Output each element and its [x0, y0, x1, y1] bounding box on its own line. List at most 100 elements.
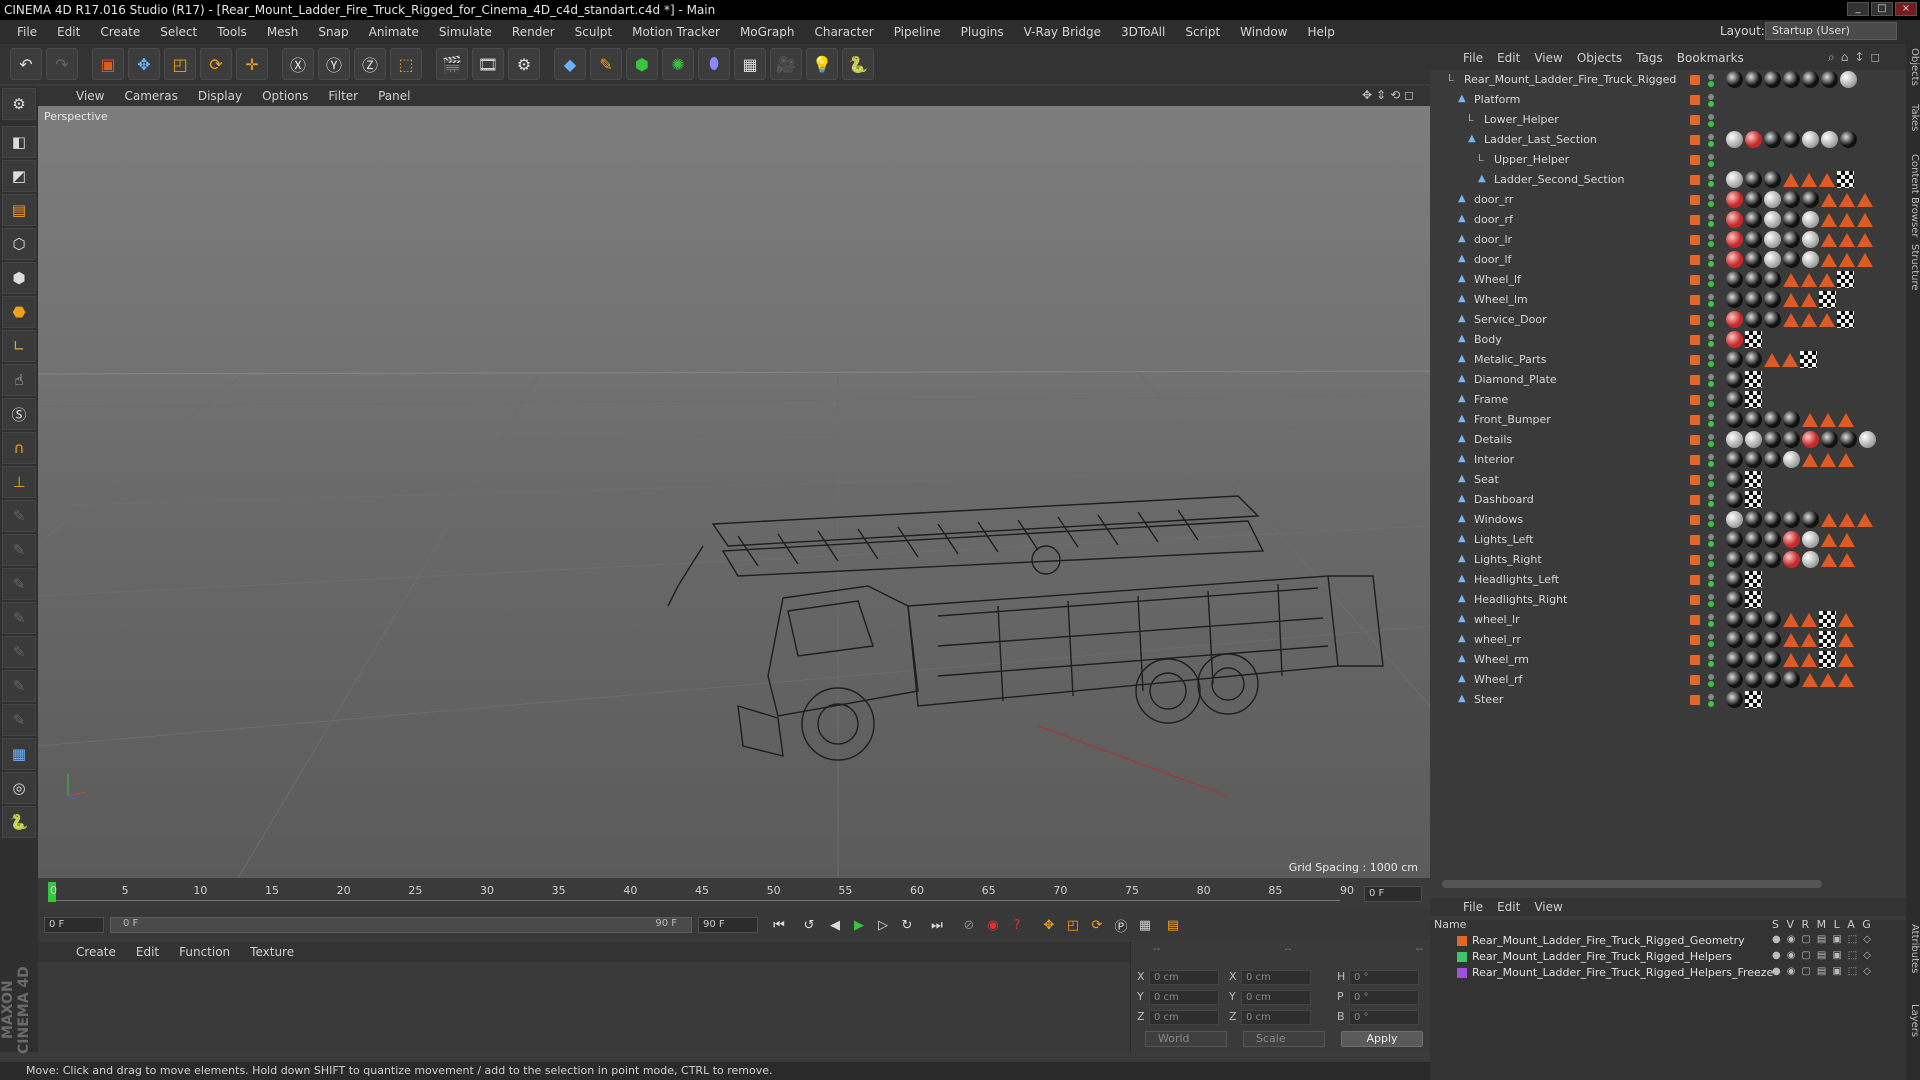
material-tag-icon[interactable]	[1764, 551, 1781, 568]
material-tag-icon[interactable]	[1783, 551, 1800, 568]
coordinate-space-select[interactable]: World	[1145, 1031, 1227, 1047]
object-name[interactable]: door_lf	[1474, 253, 1511, 266]
render-visibility-dot[interactable]	[1708, 341, 1714, 347]
render-visibility-dot[interactable]	[1708, 301, 1714, 307]
layer-color-swatch[interactable]	[1690, 155, 1700, 165]
object-row[interactable]: ▲ Platform	[1430, 90, 1906, 110]
material-tag-icon[interactable]	[1764, 71, 1781, 88]
ik-tag-icon[interactable]	[1821, 213, 1837, 227]
material-tag-icon[interactable]	[1783, 411, 1800, 428]
texture-tag-icon[interactable]	[1819, 651, 1836, 668]
material-tag-icon[interactable]	[1783, 671, 1800, 688]
ik-tag-icon[interactable]	[1802, 673, 1818, 687]
material-tag-icon[interactable]	[1726, 171, 1743, 188]
object-name[interactable]: Lower_Helper	[1484, 113, 1559, 126]
render-visibility-dot[interactable]	[1708, 161, 1714, 167]
object-name[interactable]: Wheel_rm	[1474, 653, 1529, 666]
object-row[interactable]: ▲ Ladder_Second_Section	[1430, 170, 1906, 190]
material-tag-icon[interactable]	[1726, 591, 1743, 608]
layer-menu-view[interactable]: View	[1527, 900, 1569, 914]
menu-pipeline[interactable]: Pipeline	[885, 25, 952, 39]
editor-visibility-dot[interactable]	[1708, 214, 1714, 220]
material-tag-icon[interactable]	[1840, 71, 1857, 88]
workplane-icon[interactable]: ▤	[2, 194, 36, 226]
material-tag-icon[interactable]	[1745, 231, 1762, 248]
editor-visibility-dot[interactable]	[1708, 374, 1714, 380]
layer-color-swatch[interactable]	[1690, 555, 1700, 565]
menu-simulate[interactable]: Simulate	[430, 25, 503, 39]
key-rotation-icon[interactable]: ⟳	[1086, 914, 1108, 936]
object-row[interactable]: ▲ wheel_rr	[1430, 630, 1906, 650]
material-tag-icon[interactable]	[1783, 131, 1800, 148]
object-name[interactable]: wheel_lr	[1474, 613, 1520, 626]
layer-color-swatch[interactable]	[1457, 968, 1467, 978]
object-name[interactable]: Headlights_Right	[1474, 593, 1567, 606]
ik-tag-icon[interactable]	[1819, 313, 1835, 327]
viewport-menu-view[interactable]: View	[66, 89, 114, 103]
side-tab-attributes[interactable]: Attributes	[1906, 924, 1920, 973]
sculpt-pull-icon[interactable]: ✎	[2, 534, 36, 566]
editor-visibility-dot[interactable]	[1708, 174, 1714, 180]
object-row[interactable]: ▲ Windows	[1430, 510, 1906, 530]
editor-visibility-dot[interactable]	[1708, 594, 1714, 600]
object-menu-tags[interactable]: Tags	[1629, 51, 1670, 65]
material-tag-icon[interactable]	[1726, 551, 1743, 568]
material-tag-icon[interactable]	[1726, 331, 1743, 348]
side-tab-layers[interactable]: Layers	[1906, 1004, 1920, 1037]
menu-tools[interactable]: Tools	[208, 25, 258, 39]
render-settings-icon[interactable]: ⚙	[508, 48, 540, 80]
object-row[interactable]: ▲ door_rr	[1430, 190, 1906, 210]
material-tag-icon[interactable]	[1764, 271, 1781, 288]
object-row[interactable]: ▲ Details	[1430, 430, 1906, 450]
ik-tag-icon[interactable]	[1821, 233, 1837, 247]
layer-color-swatch[interactable]	[1690, 655, 1700, 665]
magnet-icon[interactable]: ∩	[2, 432, 36, 464]
sculpt-brush-icon[interactable]: ✎	[2, 500, 36, 532]
material-menu-create[interactable]: Create	[66, 945, 126, 959]
object-row[interactable]: ▲ door_lf	[1430, 250, 1906, 270]
texture-tag-icon[interactable]	[1745, 391, 1762, 408]
render-visibility-dot[interactable]	[1708, 481, 1714, 487]
material-tag-icon[interactable]	[1764, 611, 1781, 628]
object-row[interactable]: ▲ Dashboard	[1430, 490, 1906, 510]
object-row[interactable]: ▲ Wheel_lf	[1430, 270, 1906, 290]
sculpt-inflate-icon[interactable]: ✎	[2, 636, 36, 668]
material-tag-icon[interactable]	[1802, 231, 1819, 248]
deformer-icon[interactable]: ⬮	[698, 48, 730, 80]
undo-icon[interactable]: ↶	[10, 48, 42, 80]
object-row[interactable]: ▲ Lights_Left	[1430, 530, 1906, 550]
material-tag-icon[interactable]	[1783, 251, 1800, 268]
ik-tag-icon[interactable]	[1839, 233, 1855, 247]
editor-visibility-dot[interactable]	[1708, 254, 1714, 260]
material-tag-icon[interactable]	[1764, 631, 1781, 648]
object-menu-view[interactable]: View	[1527, 51, 1569, 65]
layer-color-swatch[interactable]	[1690, 215, 1700, 225]
material-tag-icon[interactable]	[1726, 631, 1743, 648]
editor-visibility-dot[interactable]	[1708, 234, 1714, 240]
viewport-menu-options[interactable]: Options	[252, 89, 318, 103]
object-row[interactable]: ▲ Headlights_Right	[1430, 590, 1906, 610]
layer-color-swatch[interactable]	[1690, 375, 1700, 385]
texture-tag-icon[interactable]	[1745, 371, 1762, 388]
object-name[interactable]: Frame	[1474, 393, 1508, 406]
size-x-field[interactable]: 0 cm	[1241, 970, 1311, 985]
ik-tag-icon[interactable]	[1857, 233, 1873, 247]
render-visibility-dot[interactable]	[1708, 521, 1714, 527]
editor-visibility-dot[interactable]	[1708, 694, 1714, 700]
layer-toggle-icons[interactable]: ●◉▢▤▣⬚◇	[1772, 966, 1902, 980]
texture-tag-icon[interactable]	[1819, 631, 1836, 648]
python-icon[interactable]: 🐍	[842, 48, 874, 80]
material-tag-icon[interactable]	[1745, 531, 1762, 548]
editor-visibility-dot[interactable]	[1708, 434, 1714, 440]
material-tag-icon[interactable]	[1726, 231, 1743, 248]
texture-tag-icon[interactable]	[1745, 571, 1762, 588]
texture-tag-icon[interactable]	[1745, 471, 1762, 488]
points-mode-icon[interactable]: ⬡	[2, 228, 36, 260]
object-row[interactable]: ▲ Seat	[1430, 470, 1906, 490]
spline-pen-icon[interactable]: ✎	[590, 48, 622, 80]
layer-color-swatch[interactable]	[1690, 255, 1700, 265]
material-tag-icon[interactable]	[1745, 451, 1762, 468]
object-row[interactable]: L Lower_Helper	[1430, 110, 1906, 130]
layer-color-swatch[interactable]	[1690, 295, 1700, 305]
layout-select[interactable]: Startup (User)	[1765, 22, 1897, 40]
